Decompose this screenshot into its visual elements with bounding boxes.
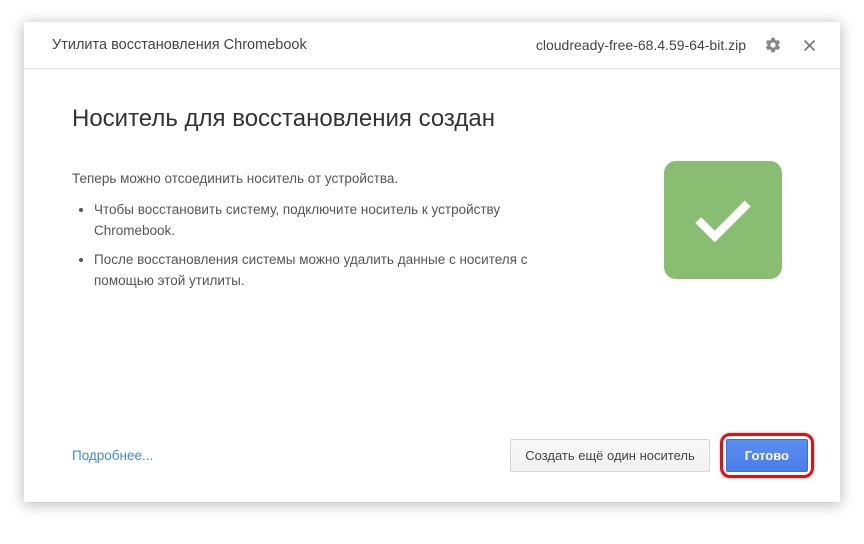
page-title: Носитель для восстановления создан [72,105,634,133]
content-text-block: Носитель для восстановления создан Тепер… [72,105,664,415]
filename-label: cloudready-free-68.4.59-64-bit.zip [536,37,746,53]
done-button-highlight: Готово [720,433,814,478]
checkmark-icon [692,195,754,245]
more-info-link[interactable]: Подробнее... [72,448,153,463]
create-another-button[interactable]: Создать ещё один носитель [510,439,710,472]
recovery-dialog: Утилита восстановления Chromebook cloudr… [24,22,840,502]
list-item: Чтобы восстановить систему, подключите н… [94,200,534,242]
subtitle: Теперь можно отсоединить носитель от уст… [72,171,634,186]
dialog-header: Утилита восстановления Chromebook cloudr… [24,22,840,69]
dialog-footer: Подробнее... Создать ещё один носитель Г… [24,415,840,502]
gear-icon[interactable] [764,36,782,54]
list-item: После восстановления системы можно удали… [94,250,534,292]
instruction-list: Чтобы восстановить систему, подключите н… [72,200,634,292]
dialog-content: Носитель для восстановления создан Тепер… [24,69,840,415]
done-button[interactable]: Готово [726,439,808,472]
close-icon[interactable] [800,36,818,54]
success-badge [664,161,782,279]
app-title: Утилита восстановления Chromebook [52,37,536,53]
